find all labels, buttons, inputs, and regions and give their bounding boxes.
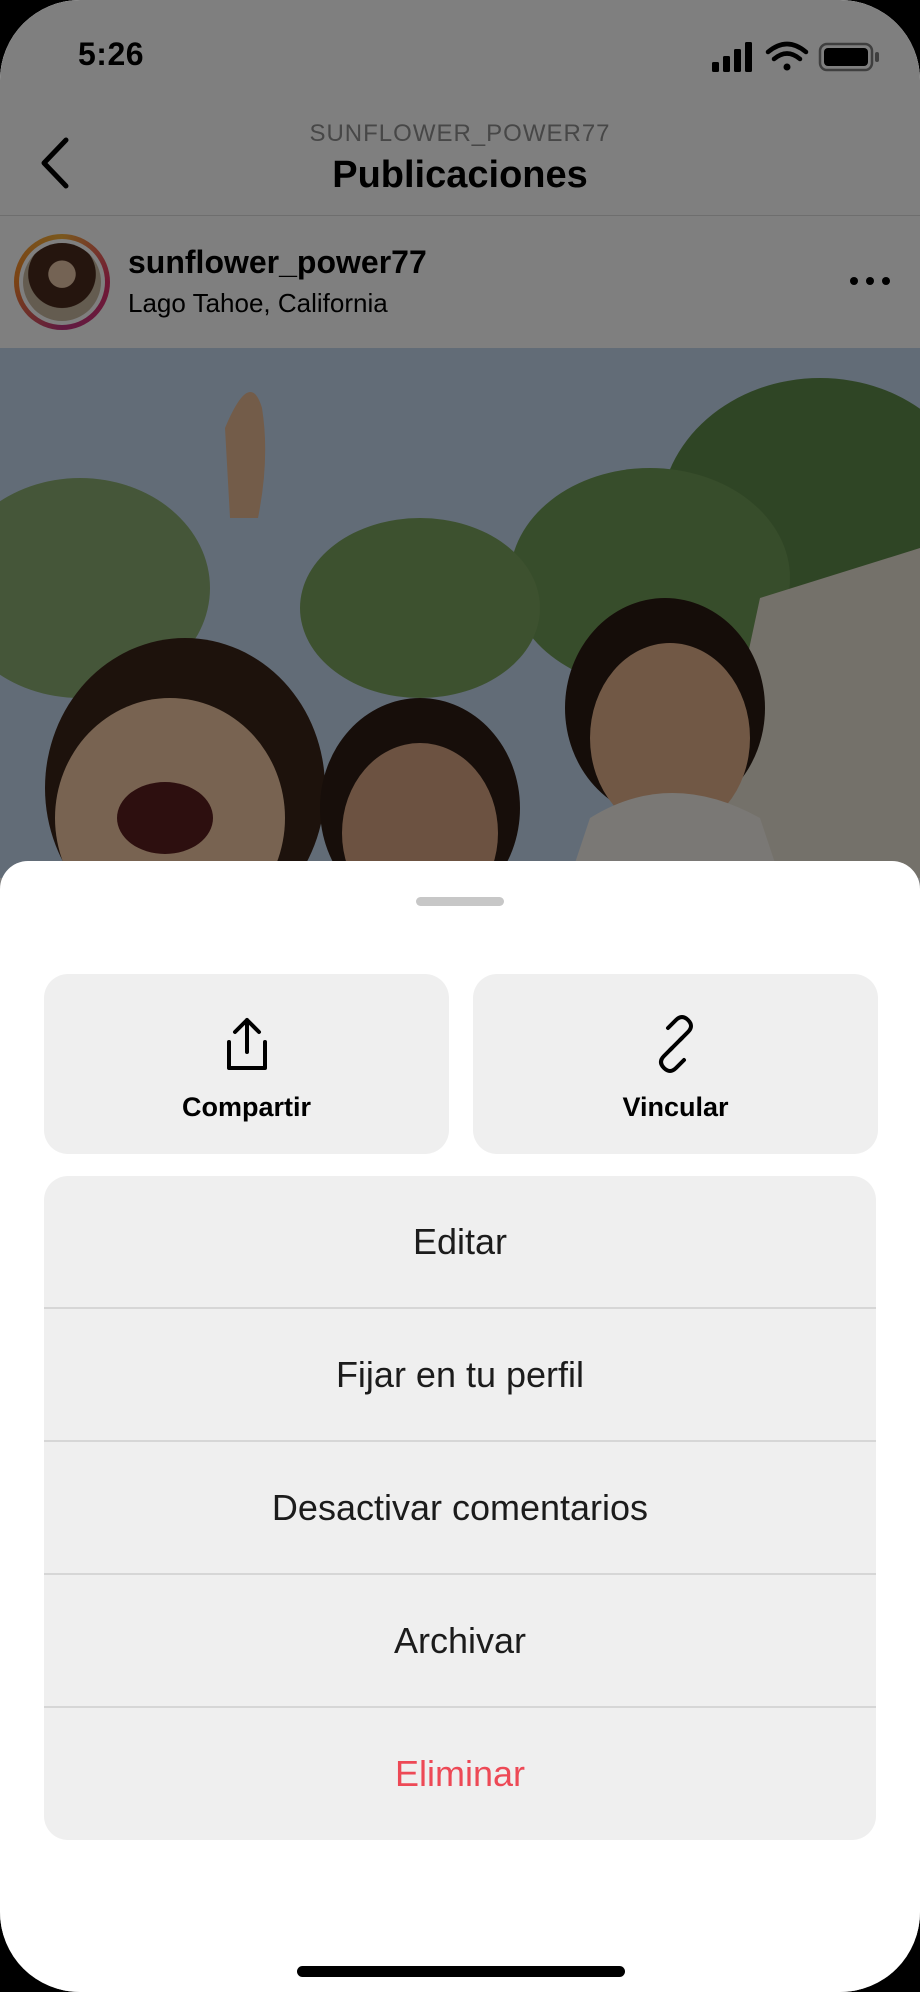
link-icon — [658, 1015, 693, 1073]
link-label: Vincular — [622, 1092, 729, 1122]
share-button[interactable]: Compartir — [44, 974, 449, 1154]
options-menu: Editar Fijar en tu perfil Desactivar com… — [44, 1176, 876, 1840]
sheet-grabber[interactable] — [416, 897, 504, 906]
archive-button[interactable]: Archivar — [44, 1575, 876, 1707]
share-icon — [226, 1018, 267, 1070]
edit-button[interactable]: Editar — [44, 1176, 876, 1308]
disable-comments-button[interactable]: Desactivar comentarios — [44, 1442, 876, 1574]
phone-screen: 5:26 — [0, 0, 920, 1992]
pin-to-profile-button[interactable]: Fijar en tu perfil — [44, 1309, 876, 1441]
home-indicator[interactable] — [297, 1966, 625, 1977]
action-sheet: Compartir Vincular Editar Fijar en tu pe… — [0, 861, 920, 1992]
link-button[interactable]: Vincular — [473, 974, 878, 1154]
delete-button[interactable]: Eliminar — [44, 1708, 876, 1840]
share-label: Compartir — [181, 1092, 311, 1122]
